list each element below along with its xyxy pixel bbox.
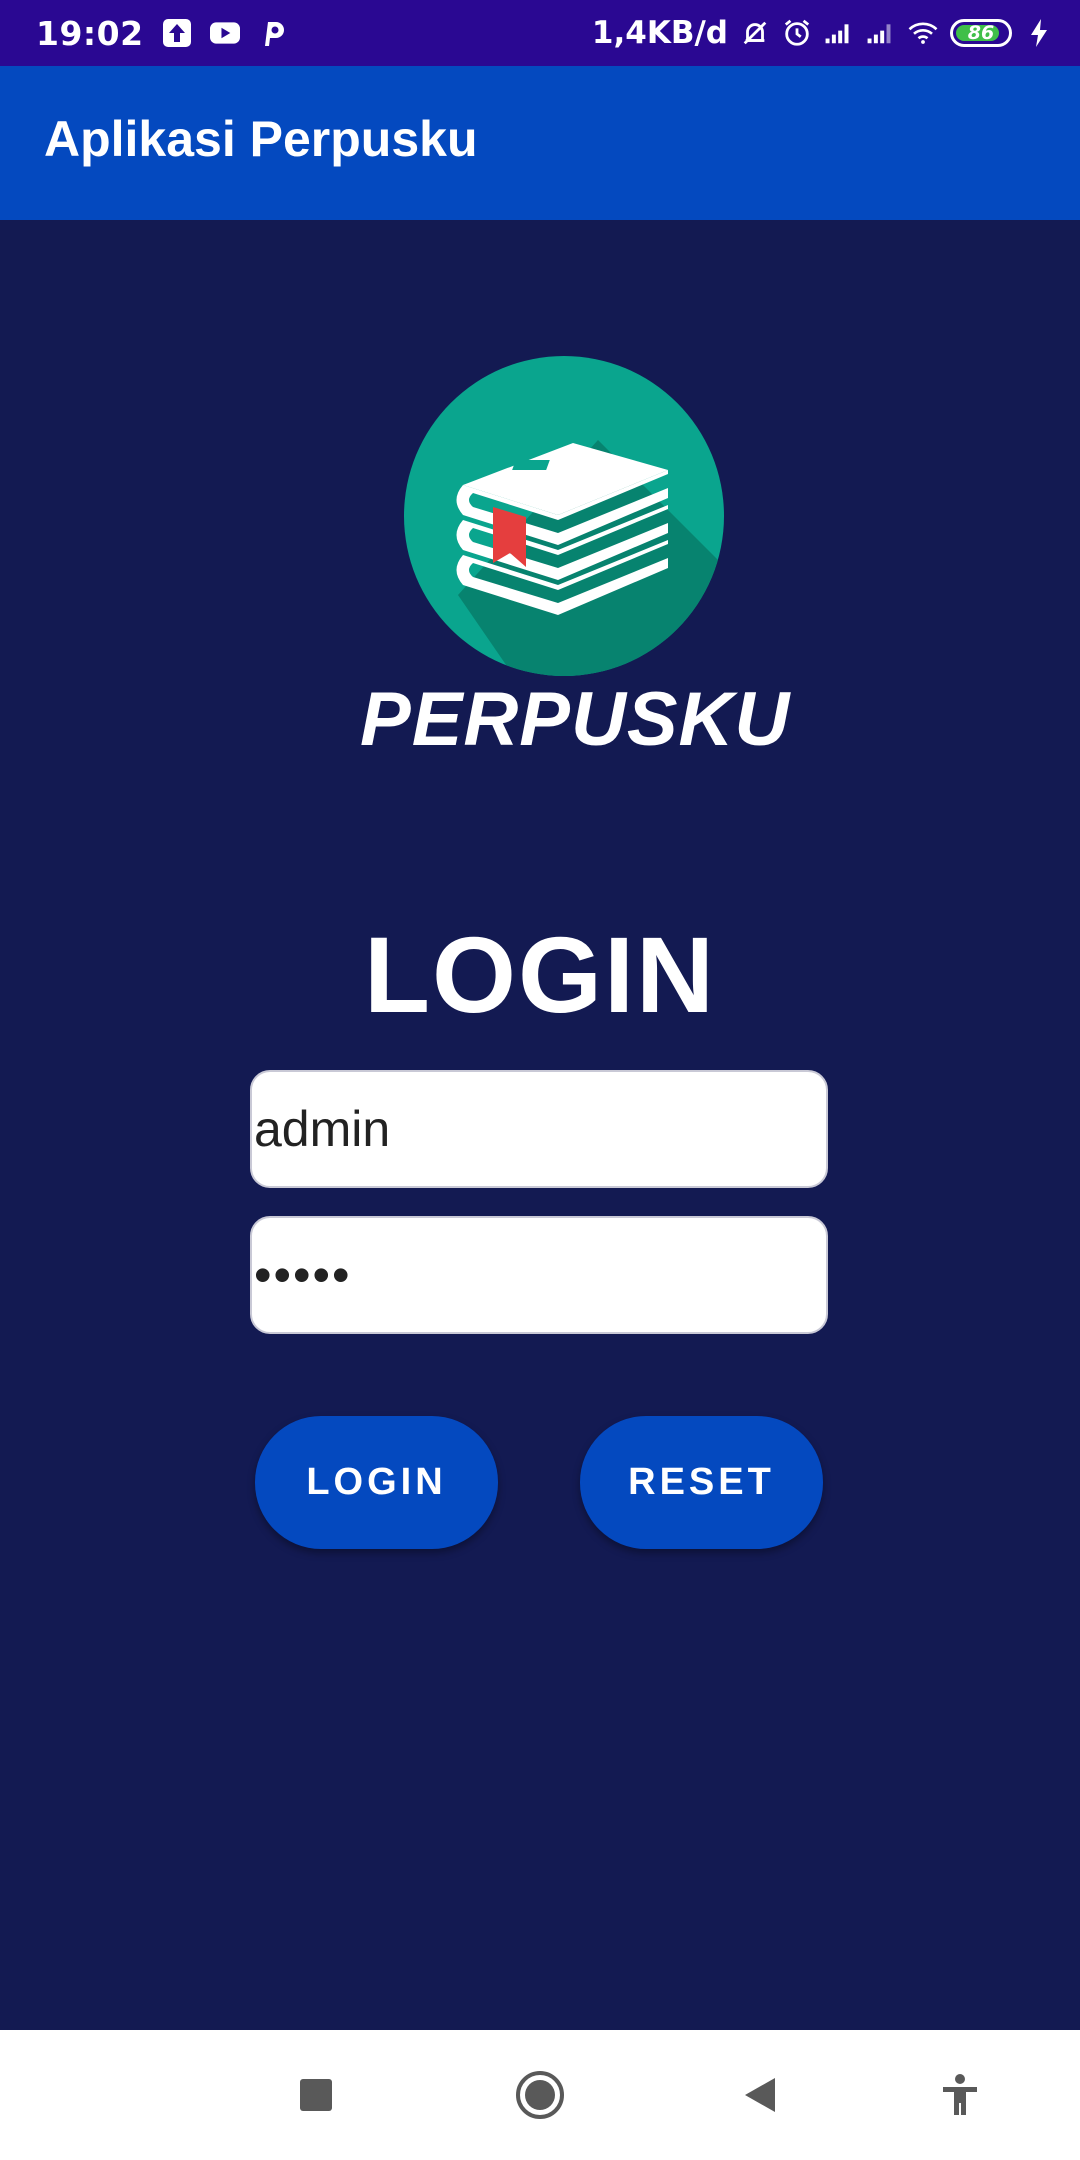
wifi-icon bbox=[908, 18, 938, 48]
password-field[interactable]: ••••• bbox=[250, 1216, 828, 1334]
signal-icon bbox=[866, 18, 896, 48]
status-time: 19:02 bbox=[36, 13, 144, 53]
logo-text: PERPUSKU bbox=[360, 677, 791, 762]
battery-level: 86 bbox=[967, 22, 995, 44]
app-title: Aplikasi Perpusku bbox=[44, 111, 478, 167]
network-speed: 1,4KB/d bbox=[591, 15, 728, 51]
home-circle-icon[interactable] bbox=[514, 2030, 566, 2160]
username-field[interactable]: admin bbox=[250, 1070, 828, 1188]
battery-icon: 86 bbox=[950, 19, 1012, 47]
status-bar: 19:02 1,4KB/d 86 bbox=[0, 0, 1080, 66]
recents-square-icon[interactable] bbox=[296, 2030, 336, 2160]
login-heading: LOGIN bbox=[364, 914, 716, 1035]
notification-off-icon bbox=[740, 18, 770, 48]
login-button[interactable]: LOGIN bbox=[255, 1416, 498, 1549]
youtube-icon bbox=[209, 18, 240, 48]
accessibility-icon[interactable] bbox=[938, 2030, 982, 2160]
p-app-icon bbox=[258, 18, 288, 48]
app-bar: Aplikasi Perpusku bbox=[0, 66, 1080, 220]
alarm-icon bbox=[782, 18, 812, 48]
charging-icon bbox=[1024, 18, 1054, 48]
navigation-bar bbox=[0, 2030, 1080, 2160]
back-triangle-icon[interactable] bbox=[742, 2030, 778, 2160]
upload-icon bbox=[162, 18, 192, 48]
reset-button[interactable]: RESET bbox=[580, 1416, 823, 1549]
signal-icon bbox=[824, 18, 854, 48]
